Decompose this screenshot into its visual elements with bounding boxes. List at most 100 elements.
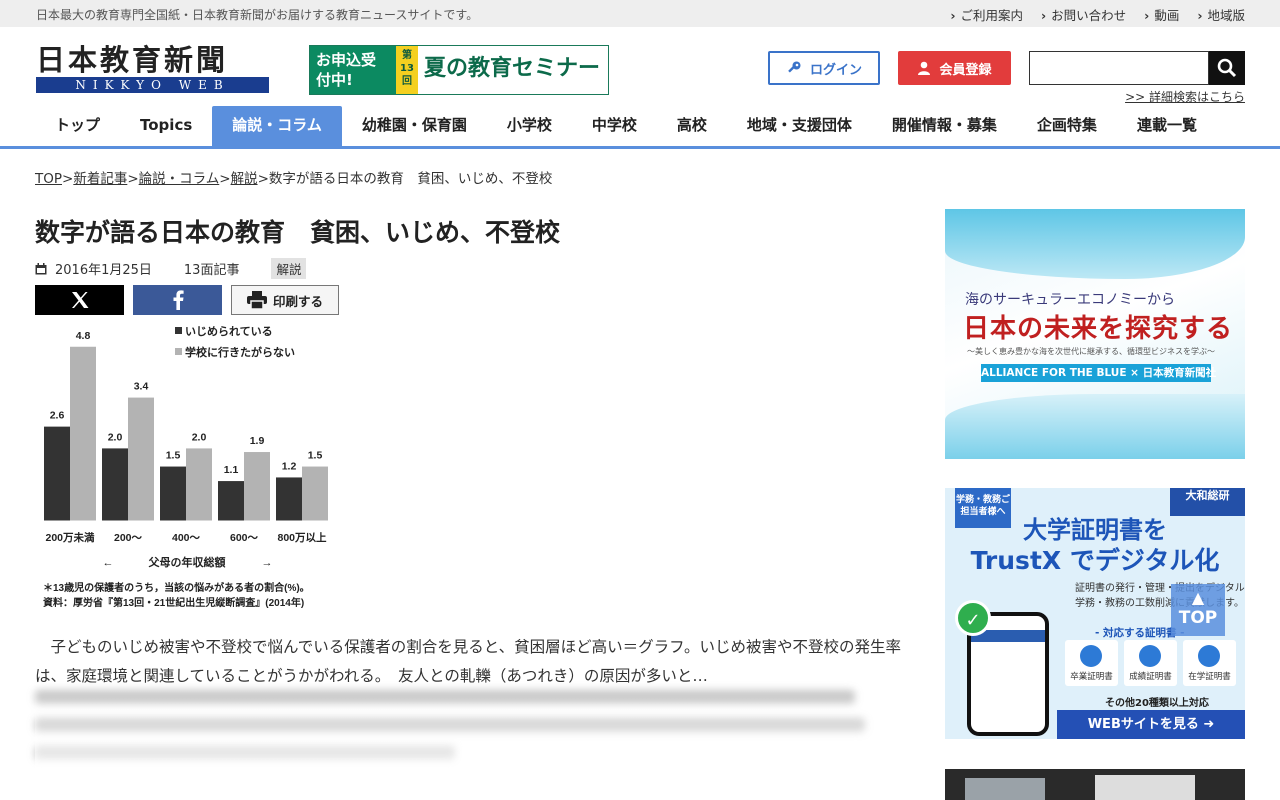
seminar-title: 夏の教育セミナー — [424, 56, 601, 81]
chart-tick-label: 400～ — [172, 532, 201, 544]
chart-note: ＊13歳児の保護者のうち，当該の悩みがある者の割合(%)。 — [43, 581, 310, 594]
seminar-banner[interactable]: お申込受付中! 第13回 夏の教育セミナー — [309, 45, 609, 95]
chart-bar — [244, 452, 270, 521]
category-tag[interactable]: 解説 — [271, 258, 307, 279]
chart-legend-swatch — [175, 348, 182, 355]
logo-roman: NIKKYO WEB — [36, 77, 269, 93]
chart-legend-swatch — [175, 327, 182, 334]
ad1-line3: ～美しく恵み豊かな海を次世代に継承する、循環型ビジネスを学ぶ～ — [967, 347, 1215, 356]
nav-kindergarten[interactable]: 幼稚園・保育園 — [342, 106, 487, 146]
logo-kanji: 日本教育新聞 — [36, 43, 229, 77]
crumb-new[interactable]: 新着記事 — [73, 171, 127, 187]
printer-icon — [246, 291, 267, 309]
search-input[interactable] — [1029, 51, 1209, 85]
ad2-headline1: 大学証明書を — [1023, 516, 1167, 544]
article-date: 2016年1月25日 — [55, 263, 152, 278]
nav-high-school[interactable]: 高校 — [657, 106, 727, 146]
chevron-up-icon: ▲ — [1191, 588, 1205, 607]
chart-data-label: 1.5 — [308, 450, 323, 462]
paywall-fade — [35, 690, 885, 800]
site-logo[interactable]: 日本教育新聞 NIKKYO WEB — [36, 43, 270, 93]
chart-data-label: 4.8 — [76, 330, 91, 342]
ad2-cta-button[interactable]: WEBサイトを見る ➜ — [1057, 710, 1245, 739]
article-body: 子どものいじめ被害や不登校で悩んでいる保護者の割合を見ると、貧困層ほど高い＝グラ… — [35, 638, 901, 685]
crumb-opinion[interactable]: 論説・コラム — [139, 171, 220, 187]
chart-arrow-left: ← — [103, 557, 114, 569]
nav-top[interactable]: トップ — [35, 106, 120, 146]
login-button[interactable]: ログイン — [768, 51, 880, 85]
chart-legend-label: いじめられている — [185, 325, 273, 338]
ocean-economy-ad[interactable]: 海のサーキュラーエコノミーから 日本の未来を探究する ～美しく恵み豊かな海を次世… — [945, 209, 1245, 459]
chart-bar — [218, 481, 244, 521]
signup-button[interactable]: 会員登録 — [898, 51, 1011, 85]
crumb-sep: > — [257, 171, 269, 187]
chart-legend-label: 学校に行きたがらない — [185, 345, 295, 359]
chart-xlabel: 父母の年収総額 — [148, 555, 226, 569]
nav-events[interactable]: 開催情報・募集 — [872, 106, 1017, 146]
nav-opinion-column[interactable]: 論説・コラム — [212, 106, 342, 146]
key-icon — [788, 61, 801, 73]
chart-bar — [186, 448, 212, 521]
signup-label: 会員登録 — [939, 62, 992, 78]
crumb-top[interactable]: TOP — [35, 171, 62, 187]
print-label: 印刷する — [272, 293, 323, 309]
nav-topics[interactable]: Topics — [120, 106, 212, 146]
income-chart: 2.6 4.8 200万未満 2.0 3.4 200～ 1.5 2.0 400～ 1.1 1.9 60… — [40, 325, 330, 609]
nav-elementary[interactable]: 小学校 — [487, 106, 572, 146]
advanced-search-link[interactable]: >> 詳細検索はこちら — [1125, 88, 1245, 105]
chart-bar — [160, 466, 186, 521]
contact-link[interactable]: お問い合わせ — [1041, 5, 1126, 24]
share-x-button[interactable] — [35, 285, 124, 315]
chart-tick-label: 200万未満 — [45, 531, 95, 544]
chart-bar — [128, 397, 154, 521]
chart-data-label: 1.1 — [224, 464, 239, 476]
certificate-cards: 卒業証明書 成績証明書 在学証明書 — [1065, 640, 1236, 686]
guide-link[interactable]: ご利用案内 — [950, 5, 1023, 24]
check-shield-icon: ✓ — [955, 600, 991, 636]
certificate-card: 在学証明書 — [1183, 640, 1236, 686]
crumb-sep: > — [62, 171, 74, 187]
x-logo-icon — [71, 292, 88, 308]
utility-links: ご利用案内 お問い合わせ 動画 地域版 — [950, 5, 1245, 24]
article-title: 数字が語る日本の教育 貧困、いじめ、不登校 — [35, 218, 561, 247]
top-strip: 日本最大の教育専門全国紙・日本教育新聞がお届けする教育ニュースサイトです。 ご利… — [0, 0, 1280, 27]
chart-arrow-right: → — [262, 557, 273, 569]
chart-data-label: 1.2 — [282, 460, 297, 472]
ad1-line1: 海のサーキュラーエコノミーから — [965, 292, 1175, 308]
user-icon — [918, 61, 931, 75]
article-page: 13面記事 — [183, 263, 240, 278]
search-icon — [1217, 58, 1237, 78]
chart-tick-label: 200～ — [114, 532, 143, 544]
seminar-apply-label: お申込受付中! — [310, 46, 396, 94]
chart-bar — [302, 466, 328, 521]
chart-bar — [102, 448, 128, 521]
chart-data-label: 2.6 — [50, 410, 65, 422]
chart-tick-label: 800万以上 — [277, 531, 327, 544]
search-button[interactable] — [1209, 51, 1245, 85]
chart-bar — [70, 346, 96, 521]
regional-link[interactable]: 地域版 — [1197, 5, 1245, 24]
nav-features[interactable]: 企画特集 — [1017, 106, 1117, 146]
ad2-headline2: TrustX でデジタル化 — [970, 546, 1220, 575]
share-facebook-button[interactable] — [133, 285, 222, 315]
ad1-line4: ALLIANCE FOR THE BLUE × 日本教育新聞社 — [981, 364, 1216, 382]
chart-source: 資料：厚労省『第13回・21世紀出生児縦断調査』(2014年) — [43, 596, 304, 609]
chart-data-label: 1.5 — [166, 450, 181, 462]
crumb-analysis[interactable]: 解説 — [231, 171, 258, 187]
nav-series[interactable]: 連載一覧 — [1117, 106, 1217, 146]
certificate-card: 卒業証明書 — [1065, 640, 1118, 686]
nav-junior-high[interactable]: 中学校 — [572, 106, 657, 146]
calendar-icon — [35, 262, 47, 274]
video-ad[interactable] — [945, 769, 1245, 800]
nav-regional[interactable]: 地域・支援団体 — [727, 106, 872, 146]
breadcrumb: TOP>新着記事>論説・コラム>解説>数字が語る日本の教育 貧困、いじめ、不登校 — [35, 167, 552, 187]
chart-bar — [276, 477, 302, 521]
main-nav: トップ Topics 論説・コラム 幼稚園・保育園 小学校 中学校 高校 地域・… — [35, 106, 1217, 146]
print-button[interactable]: 印刷する — [231, 285, 339, 315]
chart-tick-label: 600～ — [230, 532, 259, 544]
video-link[interactable]: 動画 — [1144, 5, 1179, 24]
crumb-sep: > — [127, 171, 139, 187]
login-label: ログイン — [809, 62, 862, 78]
back-to-top-button[interactable]: ▲ TOP — [1171, 584, 1225, 636]
nav-underline — [0, 146, 1280, 149]
